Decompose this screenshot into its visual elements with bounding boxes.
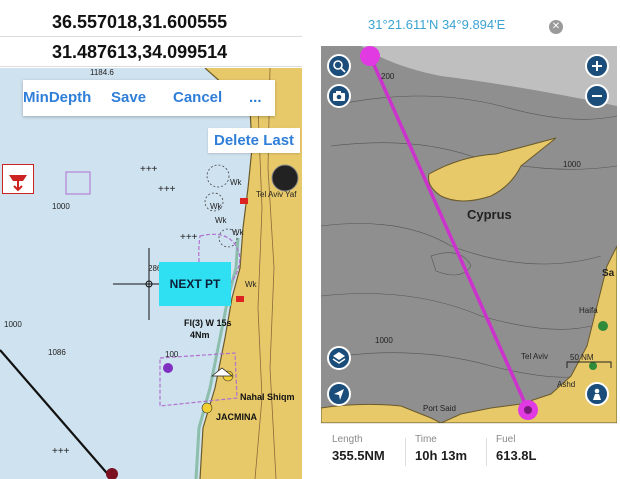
wreck-symbol: +++ [140, 164, 158, 175]
cyprus-label: Cyprus [467, 207, 512, 222]
scale-label: 50 NM [570, 353, 594, 362]
depth-label: 1000 [375, 336, 393, 345]
length-label: Length [332, 434, 363, 445]
wreck-label: Wk [230, 178, 242, 187]
search-icon[interactable] [327, 54, 351, 78]
divider [405, 438, 406, 466]
navigate-icon[interactable] [327, 382, 351, 406]
length-value: 355.5NM [332, 448, 385, 463]
cursor-coordinate: 31°21.611'N 34°9.894'E [368, 17, 506, 32]
place-label: Nahal Shiqm [240, 392, 295, 402]
minus-icon[interactable] [585, 84, 609, 108]
overview-graphics [321, 46, 617, 423]
fuel-value: 613.8L [496, 448, 537, 463]
fuel-stat: Fuel 613.8L [496, 434, 536, 463]
time-label: Time [415, 434, 437, 445]
city-label: Haifa [579, 306, 598, 315]
wreck-symbol: +++ [180, 232, 198, 243]
next-point-button[interactable]: NEXT PT [159, 262, 231, 306]
layers-icon[interactable] [327, 346, 351, 370]
light-marker [163, 363, 173, 373]
route-tool-icon[interactable] [2, 164, 34, 194]
left-chart-panel: 36.557018,31.600555 31.487613,34.099514 [0, 0, 302, 479]
marker-box [65, 171, 91, 195]
route-edit-toolbar: MinDepth Save Cancel ... [23, 80, 275, 116]
time-value: 10h 13m [415, 448, 468, 463]
route-line [0, 349, 113, 479]
right-route-panel: 31°21.611'N 34°9.894'E ✕ Cyprus 1000 100… [318, 0, 620, 479]
red-marker [240, 198, 248, 204]
park [598, 321, 608, 331]
city-label: Ashd [557, 380, 576, 389]
depth-label: 200 [381, 72, 395, 81]
wreck-label: Wk [215, 216, 227, 225]
camera-icon[interactable] [327, 84, 351, 108]
compass-rose [271, 164, 299, 192]
city-label: Port Said [423, 404, 456, 413]
place-label: JACMINA [216, 412, 258, 422]
route-end-center [524, 406, 532, 414]
light-range-label: 4Nm [190, 330, 210, 340]
more-button[interactable]: ... [249, 89, 262, 106]
route-header: 31°21.611'N 34°9.894'E ✕ [318, 0, 620, 46]
buoy [201, 402, 213, 414]
person-icon[interactable] [585, 382, 609, 406]
light-characteristic-label: Fl(3) W 15s [184, 318, 232, 328]
city-label: Tel Aviv [521, 352, 548, 361]
overview-map[interactable]: Cyprus 1000 1000 200 Tel Aviv Haifa Ashd… [321, 46, 617, 423]
coordinate-line-2: 31.487613,34.099514 [0, 38, 302, 67]
city-label: Tel Aviv Yaf [256, 190, 297, 199]
save-button[interactable]: Save [111, 89, 146, 106]
depth-label: 1000 [52, 202, 70, 211]
depth-label: 1184.6 [90, 68, 114, 77]
region-label: Sa [602, 268, 615, 279]
divider [486, 438, 487, 466]
depth-label: 1086 [48, 348, 66, 357]
close-icon[interactable]: ✕ [549, 20, 563, 34]
time-stat: Time 10h 13m [415, 434, 467, 463]
depth-label: 100 [165, 350, 179, 359]
dotted-circle [206, 164, 230, 188]
cancel-button[interactable]: Cancel [173, 89, 222, 106]
route-end-point [106, 468, 118, 479]
route-stats-footer: Length 355.5NM Time 10h 13m Fuel 613.8L [321, 423, 617, 479]
coordinate-line-1: 36.557018,31.600555 [0, 8, 302, 37]
wreck-label: Wk [245, 280, 257, 289]
delete-last-button[interactable]: Delete Last [208, 128, 301, 153]
length-stat: Length 355.5NM [332, 434, 385, 463]
min-depth-button[interactable]: MinDepth [23, 89, 91, 106]
depth-label: 1000 [563, 160, 581, 169]
route-start-point [360, 46, 380, 66]
depth-label: 1000 [4, 320, 22, 329]
wreck-label: Wk [210, 202, 222, 211]
park [589, 362, 597, 370]
plus-icon[interactable] [585, 54, 609, 78]
fuel-label: Fuel [496, 434, 516, 445]
wreck-label: Wk [232, 228, 244, 237]
wreck-symbol: +++ [158, 184, 176, 195]
wreck-symbol: +++ [52, 446, 70, 457]
red-marker [236, 296, 244, 302]
